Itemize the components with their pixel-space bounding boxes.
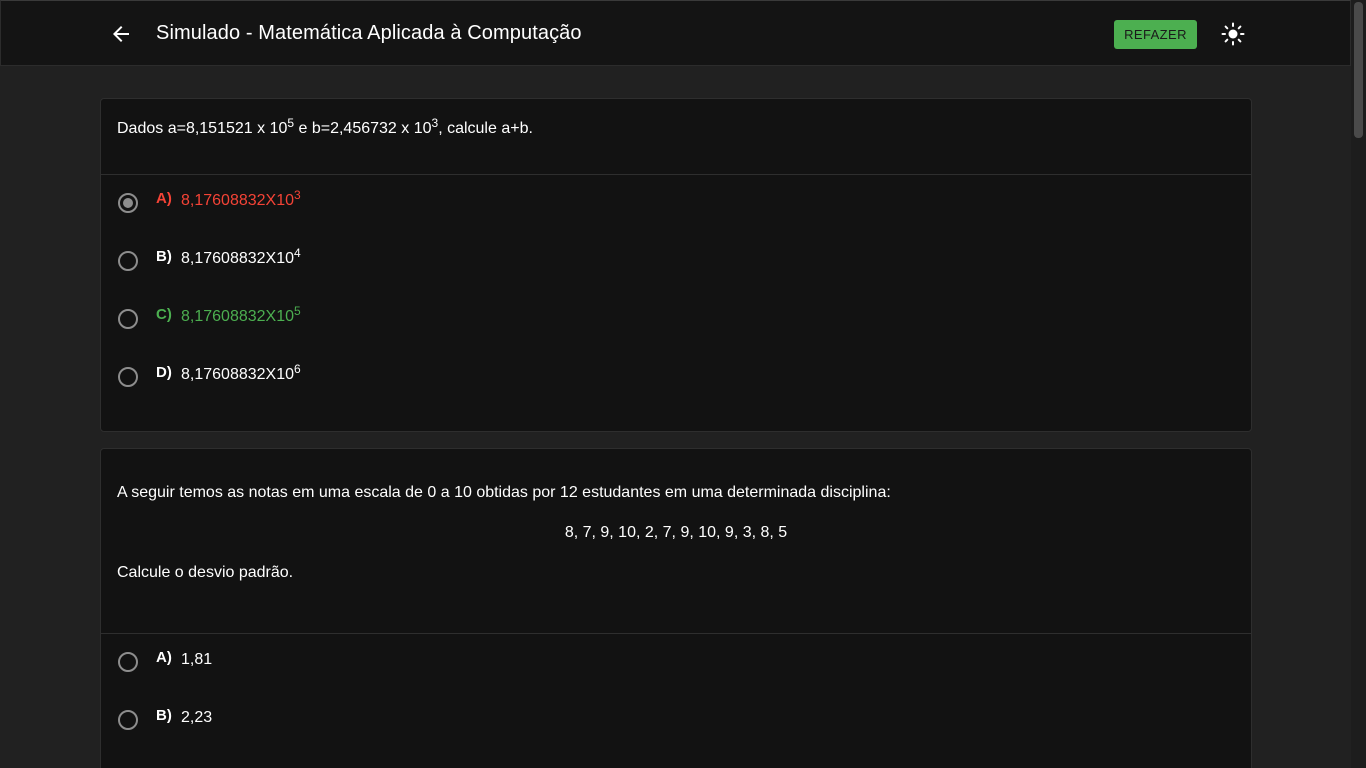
option-text: 8,17608832X105: [181, 305, 301, 326]
option-letter: B): [156, 248, 172, 265]
radio-button[interactable]: [118, 710, 138, 730]
radio-button[interactable]: [118, 652, 138, 672]
option-b[interactable]: B) 8,17608832X104: [115, 247, 715, 278]
radio-button[interactable]: [118, 251, 138, 271]
option-base: 8,17608832X10: [181, 192, 294, 209]
option-letter: C): [156, 306, 172, 323]
option-letter: A): [156, 649, 172, 666]
option-text: 8,17608832X104: [181, 247, 301, 268]
option-text: 2,23: [181, 709, 213, 726]
exponent: 6: [294, 362, 301, 376]
option-a[interactable]: A) 1,81: [115, 649, 715, 679]
exponent: 4: [294, 246, 301, 260]
back-button[interactable]: [105, 18, 137, 50]
divider: [101, 174, 1251, 175]
option-base: 8,17608832X10: [181, 308, 294, 325]
grades-list: 8, 7, 9, 10, 2, 7, 9, 10, 9, 3, 8, 5: [564, 524, 788, 541]
radio-button[interactable]: [118, 309, 138, 329]
question-intro: A seguir temos as notas em uma escala de…: [117, 484, 891, 501]
exponent: 3: [294, 188, 301, 202]
divider: [101, 633, 1251, 634]
question-text-part: , calcule a+b.: [438, 120, 533, 137]
scrollbar[interactable]: [1351, 0, 1366, 768]
sun-icon: [1221, 22, 1245, 46]
question-text-part: Dados a=8,151521 x 10: [117, 120, 288, 137]
option-d[interactable]: D) 8,17608832X106: [115, 363, 715, 394]
question-card-2: A seguir temos as notas em uma escala de…: [100, 448, 1252, 768]
theme-toggle-button[interactable]: [1217, 18, 1249, 50]
option-text: 1,81: [181, 651, 213, 668]
page-title: Simulado - Matemática Aplicada à Computa…: [156, 22, 582, 44]
option-base: 8,17608832X10: [181, 250, 294, 267]
question-text: Dados a=8,151521 x 105 e b=2,456732 x 10…: [117, 117, 533, 138]
scrollbar-thumb[interactable]: [1354, 2, 1363, 138]
app-bar: Simulado - Matemática Aplicada à Computa…: [0, 0, 1351, 66]
question-text-part: e b=2,456732 x 10: [294, 120, 432, 137]
option-text: 8,17608832X103: [181, 189, 301, 210]
arrow-left-icon: [113, 26, 129, 42]
option-c[interactable]: C) 8,17608832X105: [115, 305, 715, 336]
radio-button-checked[interactable]: [118, 193, 138, 213]
option-a[interactable]: A) 8,17608832X103: [115, 189, 715, 220]
redo-button[interactable]: REFAZER: [1114, 20, 1197, 49]
option-letter: A): [156, 190, 172, 207]
option-text: 8,17608832X106: [181, 363, 301, 384]
question-card-1: Dados a=8,151521 x 10 5 e b=2,456732 x 10…: [100, 98, 1252, 432]
question-prompt: Calcule o desvio padrão.: [117, 564, 294, 581]
option-b[interactable]: B) 2,23: [115, 707, 715, 737]
option-base: 8,17608832X10: [181, 366, 294, 383]
option-letter: D): [156, 364, 172, 381]
option-letter: B): [156, 707, 172, 724]
exponent: 5: [294, 304, 301, 318]
radio-button[interactable]: [118, 367, 138, 387]
